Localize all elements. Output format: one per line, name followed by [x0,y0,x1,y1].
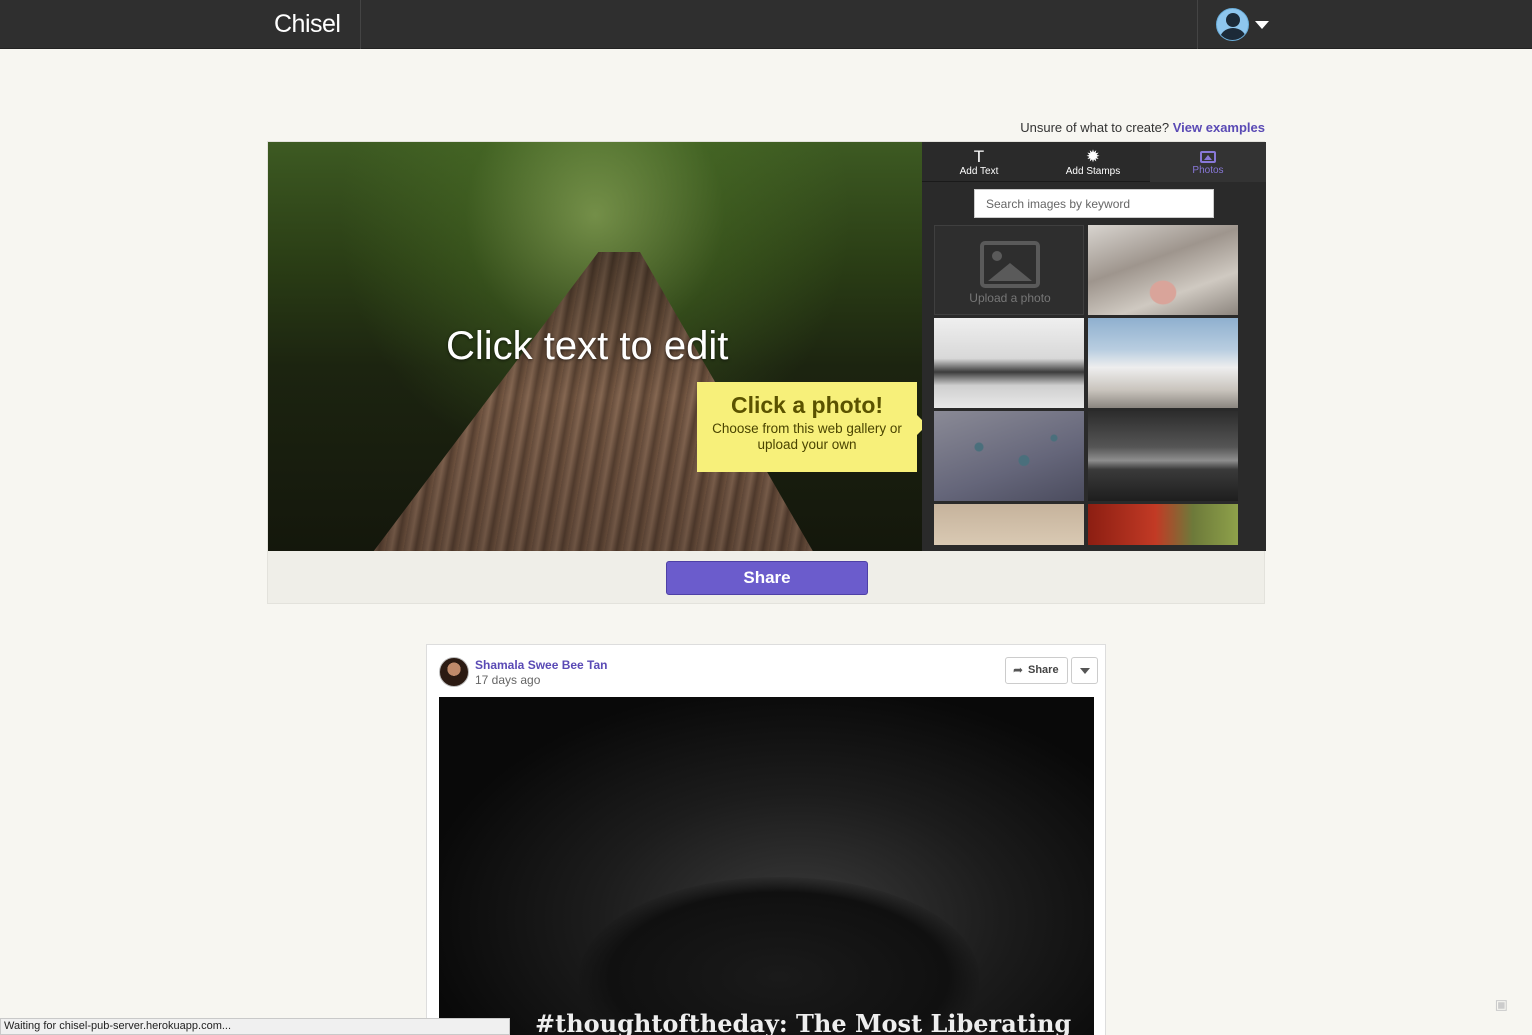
gallery-photo[interactable] [1088,504,1238,545]
share-button[interactable]: Share [666,561,868,595]
tooltip-subtitle: Choose from this web gallery or upload y… [712,421,902,452]
tab-label: Add Text [959,166,999,177]
post-options-dropdown[interactable] [1071,657,1098,684]
feed-post: Shamala Swee Bee Tan 17 days ago ➦ Share… [426,644,1106,1035]
gallery-photo[interactable] [1088,411,1238,501]
photo-gallery: Upload a photo [934,225,1240,545]
gallery-photo[interactable] [1088,318,1238,408]
tab-add-text[interactable]: T Add Text [922,142,1036,182]
view-examples-link[interactable]: View examples [1173,120,1265,135]
photo-hint-tooltip: Click a photo! Choose from this web gall… [697,382,922,472]
top-navbar: Chisel [0,0,1532,49]
text-icon: T [973,147,985,166]
brand-logo[interactable]: Chisel [274,10,341,39]
gallery-photo[interactable] [1088,225,1238,315]
feedback-icon[interactable]: ◈ [1485,988,1519,1022]
post-share-button[interactable]: ➦ Share [1005,657,1068,684]
examples-prompt: Unsure of what to create? View examples [1020,120,1265,135]
post-author[interactable]: Shamala Swee Bee Tan [475,658,608,672]
post-timestamp: 17 days ago [475,673,541,687]
editable-text[interactable]: Click text to edit [446,324,728,369]
post-image[interactable]: #thoughtoftheday: The Most Liberating [439,697,1094,1035]
upload-photo-label: Upload a photo [969,291,1051,305]
avatar[interactable] [439,657,469,687]
panel-tabs: T Add Text ✹ Add Stamps Photos [922,142,1266,182]
gallery-photo[interactable] [934,411,1084,501]
tooltip-title: Click a photo! [730,392,884,418]
image-placeholder-icon [980,241,1040,288]
user-avatar-icon [1216,8,1249,41]
share-arrow-icon: ➦ [1013,663,1024,677]
upload-photo-button[interactable]: Upload a photo [934,225,1084,315]
post-share-label: Share [1028,664,1059,676]
card-editor: Click text to edit Click a photo! Choose… [267,141,1266,604]
tab-label: Add Stamps [1065,166,1121,177]
chevron-down-icon [1255,21,1269,29]
tab-photos[interactable]: Photos [1150,142,1266,182]
gallery-photo[interactable] [934,504,1084,545]
tab-label: Photos [1192,165,1224,176]
image-icon [1200,151,1216,163]
user-menu[interactable] [1216,8,1272,42]
navbar-divider [1197,0,1198,49]
browser-status-bar: Waiting for chisel-pub-server.herokuapp.… [0,1018,510,1035]
stamp-icon: ✹ [1085,147,1101,166]
examples-prompt-text: Unsure of what to create? [1020,120,1170,135]
tab-add-stamps[interactable]: ✹ Add Stamps [1036,142,1150,182]
editor-canvas[interactable]: Click text to edit Click a photo! Choose… [268,142,922,551]
gallery-photo[interactable] [934,318,1084,408]
post-caption: #thoughtoftheday: The Most Liberating [535,1009,1072,1035]
image-search-input[interactable] [974,189,1214,218]
editor-side-panel: T Add Text ✹ Add Stamps Photos Upload a … [922,142,1266,551]
navbar-divider [360,0,361,49]
